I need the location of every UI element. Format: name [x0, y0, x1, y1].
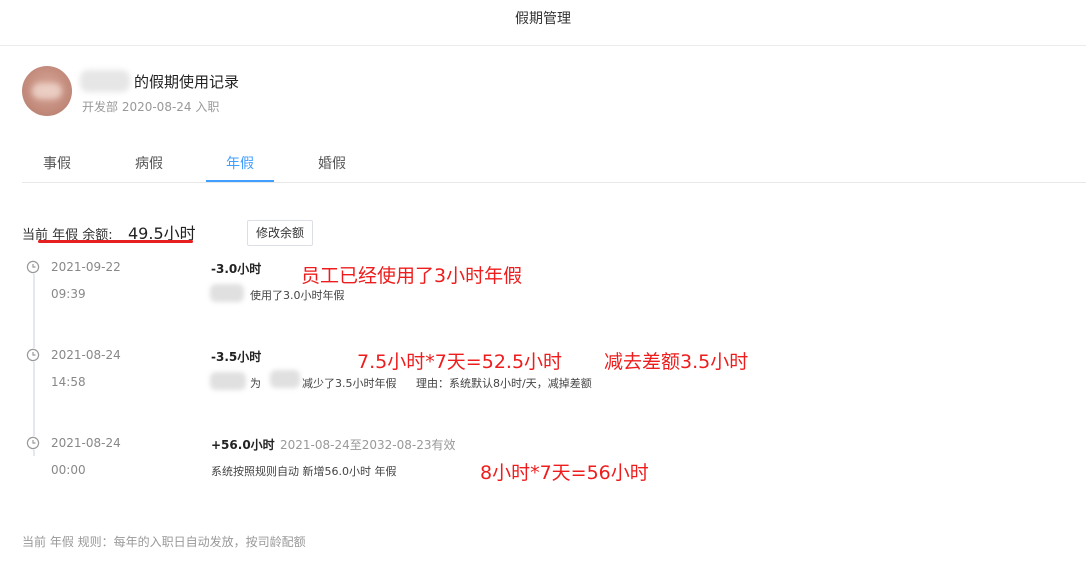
record-time: 14:58	[51, 375, 86, 389]
tab-marriage-leave[interactable]: 婚假	[317, 150, 347, 182]
leave-rule-text: 当前 年假 规则：每年的入职日自动发放，按司龄配额	[22, 535, 306, 549]
record-description: 减少了3.5小时年假	[302, 377, 397, 390]
record-amount: -3.0小时	[211, 262, 262, 276]
record-amount: -3.5小时	[211, 350, 262, 364]
clock-icon	[26, 436, 40, 450]
record-date: 2021-08-24	[51, 436, 121, 450]
record-validity: 2021-08-24至2032-08-23有效	[280, 438, 456, 452]
annotation-subtract-3-5: 减去差额3.5小时	[604, 351, 749, 373]
record-description-prefix: 为	[250, 377, 261, 390]
tab-personal-leave[interactable]: 事假	[42, 150, 72, 182]
record-time: 09:39	[51, 287, 86, 301]
record-date: 2021-08-24	[51, 348, 121, 362]
blurred-name	[210, 372, 246, 390]
blurred-user-name	[80, 70, 130, 92]
record-title: 的假期使用记录	[134, 73, 240, 91]
clock-icon	[26, 260, 40, 274]
annotation-calc-52-5: 7.5小时*7天=52.5小时	[357, 351, 563, 373]
record-reason: 理由：系统默认8小时/天，减掉差额	[416, 377, 592, 390]
tab-annual-leave[interactable]: 年假	[206, 150, 274, 182]
annotation-calc-56: 8小时*7天=56小时	[480, 462, 649, 484]
page-title: 假期管理	[515, 11, 571, 27]
annotation-used-3h: 员工已经使用了3小时年假	[301, 265, 523, 287]
record-description: 使用了3.0小时年假	[250, 289, 345, 302]
timeline-line	[33, 274, 35, 456]
edit-balance-button[interactable]: 修改余额	[247, 220, 313, 246]
page-header: 假期管理	[0, 0, 1086, 46]
blurred-name	[270, 370, 300, 388]
annotation-underline	[38, 240, 193, 243]
clock-icon	[26, 348, 40, 362]
record-date: 2021-09-22	[51, 260, 121, 274]
record-description: 系统按照规则自动 新增56.0小时 年假	[211, 465, 397, 478]
avatar	[22, 66, 72, 116]
leave-type-tabs: 事假 病假 年假 婚假	[22, 150, 1086, 183]
user-department-join-date: 开发部 2020-08-24 入职	[82, 100, 220, 114]
blurred-name	[210, 284, 244, 302]
record-time: 00:00	[51, 463, 86, 477]
record-amount: +56.0小时	[211, 438, 275, 452]
tab-sick-leave[interactable]: 病假	[134, 150, 164, 182]
